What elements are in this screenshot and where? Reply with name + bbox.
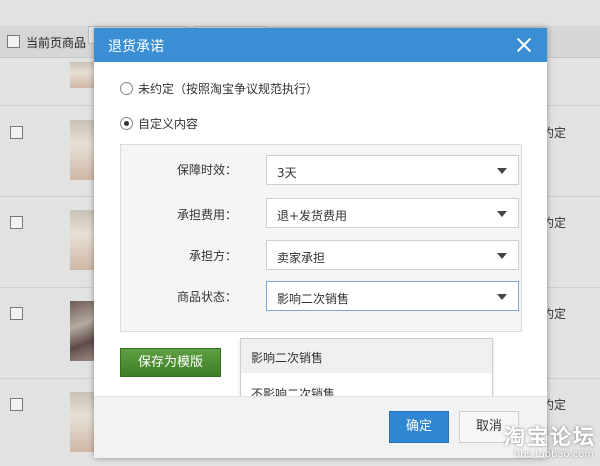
dialog-title: 退货承诺 — [108, 39, 164, 55]
product-thumbnail[interactable] — [70, 62, 94, 88]
radio-custom[interactable] — [120, 117, 133, 130]
dialog-title-bar: 退货承诺 — [94, 28, 547, 62]
dropdown-arrow-icon — [497, 168, 507, 174]
dropdown-arrow-icon — [497, 211, 507, 217]
cost-bearing-label: 承担费用： — [176, 208, 237, 222]
guarantee-period-select[interactable]: 3天 — [266, 155, 519, 185]
product-thumbnail[interactable] — [70, 301, 94, 361]
close-icon[interactable] — [513, 34, 535, 56]
return-promise-dialog: 退货承诺 未约定（按照淘宝争议规范执行） 自定义内容 保障时效： 3天 承担费用… — [94, 28, 547, 458]
dialog-footer: 确定 取消 — [94, 396, 547, 458]
custom-content-form: 保障时效： 3天 承担费用： 退+发货费用 承担方： 卖家承担 商品状态： 影响… — [120, 144, 522, 332]
item-condition-select[interactable]: 影响二次销售 — [266, 281, 519, 311]
product-thumbnail[interactable] — [70, 392, 94, 452]
dropdown-arrow-icon — [497, 294, 507, 300]
product-thumbnail[interactable] — [70, 210, 94, 270]
cost-bearing-select[interactable]: 退+发货费用 — [266, 198, 519, 228]
forum-watermark: 淘宝论坛 bbs.taobao.com — [484, 421, 600, 466]
product-thumbnail[interactable] — [70, 120, 94, 180]
guarantee-period-label: 保障时效： — [176, 163, 237, 177]
radio-unagreed[interactable] — [120, 82, 133, 95]
select-all-checkbox[interactable] — [7, 35, 20, 48]
responsible-party-label: 承担方： — [188, 249, 237, 263]
dropdown-arrow-icon — [497, 253, 507, 259]
row-checkbox[interactable] — [10, 398, 23, 411]
select-value: 影响二次销售 — [277, 292, 350, 306]
row-checkbox[interactable] — [10, 307, 23, 320]
row-checkbox[interactable] — [10, 216, 23, 229]
confirm-button[interactable]: 确定 — [389, 411, 449, 443]
option-label: 未约定（按照淘宝争议规范执行） — [138, 82, 319, 96]
select-value: 3天 — [277, 166, 297, 180]
save-template-button[interactable]: 保存为模版 — [120, 348, 221, 377]
select-all-label: 当前页商品 — [26, 36, 87, 50]
option-unagreed[interactable]: 未约定（按照淘宝争议规范执行） — [120, 80, 318, 97]
option-custom[interactable]: 自定义内容 — [120, 115, 198, 132]
item-condition-label: 商品状态： — [176, 290, 237, 304]
dropdown-option-label: 影响二次销售 — [251, 351, 324, 365]
dropdown-option[interactable]: 影响二次销售 — [241, 339, 492, 373]
row-checkbox[interactable] — [10, 126, 23, 139]
select-value: 卖家承担 — [277, 251, 326, 265]
watermark-title: 淘宝论坛 — [504, 425, 596, 449]
responsible-party-select[interactable]: 卖家承担 — [266, 240, 519, 270]
select-value: 退+发货费用 — [277, 209, 348, 223]
watermark-url: bbs.taobao.com — [513, 449, 594, 460]
option-label: 自定义内容 — [138, 117, 199, 131]
